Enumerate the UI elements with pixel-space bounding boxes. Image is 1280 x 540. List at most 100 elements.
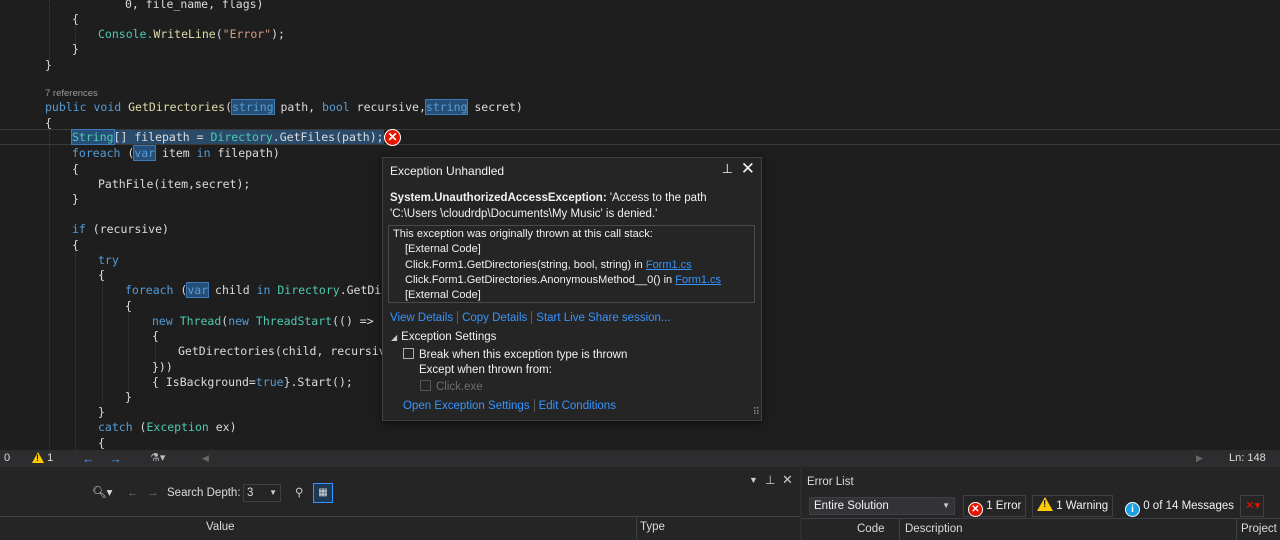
code-line: }	[45, 58, 52, 72]
popup-settings-links: Open Exception Settings Edit Conditions	[403, 398, 616, 413]
stack-frame: Click.Form1.GetDirectories.AnonymousMeth…	[405, 273, 722, 286]
code-line: catch (Exception ex)	[98, 420, 237, 434]
break-when-thrown-option[interactable]: Break when this exception type is thrown	[403, 348, 627, 361]
column-header-value[interactable]: Value	[206, 517, 235, 537]
navigate-forward-icon[interactable]: →	[109, 450, 122, 467]
column-header-project[interactable]: Project	[1241, 519, 1277, 539]
info-icon: i	[1125, 502, 1140, 517]
close-icon[interactable]: ✕	[741, 159, 755, 179]
exception-helper-popup: Exception Unhandled ⊥ ✕ System.Unauthori…	[382, 157, 762, 421]
module-checkbox	[420, 380, 431, 391]
code-line: foreach (var child in Directory.GetDir	[125, 282, 389, 298]
column-divider[interactable]	[1236, 519, 1237, 540]
call-stack-box: This exception was originally thrown at …	[388, 225, 755, 303]
exception-settings-toggle[interactable]: ◢ Exception Settings	[391, 331, 496, 343]
scroll-right-icon[interactable]: ▶	[1196, 450, 1203, 467]
code-cleanup-icon[interactable]: ⚗▾	[150, 450, 165, 467]
code-line: }	[72, 42, 79, 56]
code-line: {	[72, 238, 79, 252]
code-line: {	[152, 329, 159, 343]
collapse-triangle-icon: ◢	[391, 333, 398, 342]
column-header-code[interactable]: Code	[857, 519, 885, 539]
code-line: {	[45, 116, 52, 130]
watch-panel: ▼ ⊥ ✕ 🔍︎▾ ← → Search Depth: 3 ▼ ⚲ ▦ Value…	[0, 467, 800, 540]
code-line: try	[98, 253, 119, 267]
column-header-description[interactable]: Description	[905, 519, 963, 539]
watch-column-headers: Value Type	[0, 516, 800, 540]
resize-grip-icon[interactable]: ⠿	[753, 407, 760, 418]
column-header-type[interactable]: Type	[640, 517, 665, 537]
code-line: if (recursive)	[72, 222, 169, 236]
navigate-back-icon[interactable]: ←	[82, 450, 95, 467]
copy-details-link[interactable]: Copy Details	[462, 312, 527, 324]
edit-conditions-link[interactable]: Edit Conditions	[539, 400, 616, 412]
break-checkbox[interactable]	[403, 348, 414, 359]
warnings-filter-button[interactable]: 1 Warning	[1032, 495, 1114, 517]
callstack-header: This exception was originally thrown at …	[393, 228, 653, 240]
popup-title: Exception Unhandled	[390, 164, 505, 178]
search-forward-icon[interactable]: →	[147, 481, 159, 505]
column-divider[interactable]	[899, 519, 900, 540]
exception-error-icon[interactable]: ✕	[384, 129, 401, 146]
code-line: {	[98, 436, 105, 450]
errors-filter-button[interactable]: ✕ 1 Error	[963, 495, 1027, 517]
indent-guide	[128, 305, 129, 395]
view-toggle-icon[interactable]: ▦	[313, 483, 333, 503]
live-share-link[interactable]: Start Live Share session...	[536, 312, 670, 324]
exception-message: System.UnauthorizedAccessException: 'Acc…	[390, 192, 707, 220]
code-line: {	[72, 162, 79, 176]
filter-icon[interactable]: ⚲	[295, 481, 303, 505]
search-depth-select[interactable]: 3 ▼	[243, 484, 281, 502]
source-file-link[interactable]: Form1.cs	[646, 259, 692, 271]
code-line: }))	[152, 360, 173, 374]
current-statement: String[] filepath = Directory.GetFiles(p…	[71, 129, 384, 145]
build-filter-button[interactable]: ✕▾	[1240, 495, 1264, 517]
messages-filter-button[interactable]: i 0 of 14 Messages	[1120, 495, 1239, 517]
code-line: {	[125, 299, 132, 313]
separator	[531, 311, 533, 325]
code-line: {	[98, 268, 105, 282]
method-signature: public void GetDirectories(string path, …	[45, 99, 523, 115]
bottom-panels: ▼ ⊥ ✕ 🔍︎▾ ← → Search Depth: 3 ▼ ⚲ ▦ Value…	[0, 467, 1280, 540]
code-line: GetDirectories(child, recursiv	[178, 344, 386, 358]
indent-guide	[49, 0, 50, 60]
error-icon: ✕	[968, 502, 983, 517]
warning-icon	[1037, 497, 1053, 511]
search-back-icon[interactable]: ←	[127, 481, 139, 505]
code-line: 0, file_name, flags)	[125, 0, 264, 11]
watch-toolbar: 🔍︎▾ ← → Search Depth: 3 ▼ ⚲ ▦	[0, 481, 800, 505]
module-option: Click.exe	[420, 380, 483, 393]
chevron-down-icon: ▼	[942, 501, 950, 510]
separator	[457, 311, 459, 325]
warning-indicator[interactable]: 1	[32, 450, 53, 467]
code-line: { IsBackground=true}.Start();	[152, 375, 353, 389]
error-count[interactable]: 0	[4, 450, 10, 467]
code-line: Console.WriteLine("Error");	[98, 27, 285, 41]
code-line: foreach (var item in filepath)	[72, 145, 280, 161]
error-list-title: Error List	[807, 476, 854, 488]
source-file-link[interactable]: Form1.cs	[675, 274, 721, 286]
indent-guide	[75, 244, 76, 450]
indent-guide	[49, 129, 50, 450]
error-list-panel: Error List Entire Solution▼ ✕ 1 Error 1 …	[802, 467, 1280, 540]
code-line: PathFile(item,secret);	[98, 177, 251, 191]
open-exception-settings-link[interactable]: Open Exception Settings	[403, 400, 530, 412]
code-line: new Thread(new ThreadStart(() =>	[152, 314, 374, 328]
scroll-left-icon[interactable]: ◀	[202, 450, 209, 467]
code-line: }	[98, 405, 105, 419]
stack-frame: Click.Form1.GetDirectories(string, bool,…	[405, 258, 692, 271]
scope-dropdown[interactable]: Entire Solution ▼	[809, 497, 955, 515]
code-line: {	[72, 12, 79, 26]
pin-icon[interactable]: ⊥	[722, 161, 733, 177]
stack-frame: [External Code]	[405, 243, 481, 256]
stack-frame: [External Code]	[405, 289, 481, 302]
column-divider[interactable]	[636, 517, 637, 539]
indent-guide	[102, 274, 103, 404]
code-editor[interactable]: 0, file_name, flags) { Console.WriteLine…	[0, 0, 1280, 450]
popup-actions: View Details Copy Details Start Live Share…	[390, 310, 671, 325]
warning-icon	[32, 452, 44, 463]
search-icon[interactable]: 🔍︎▾	[92, 481, 112, 505]
code-line: }	[125, 390, 132, 404]
separator	[533, 399, 535, 413]
view-details-link[interactable]: View Details	[390, 312, 453, 324]
